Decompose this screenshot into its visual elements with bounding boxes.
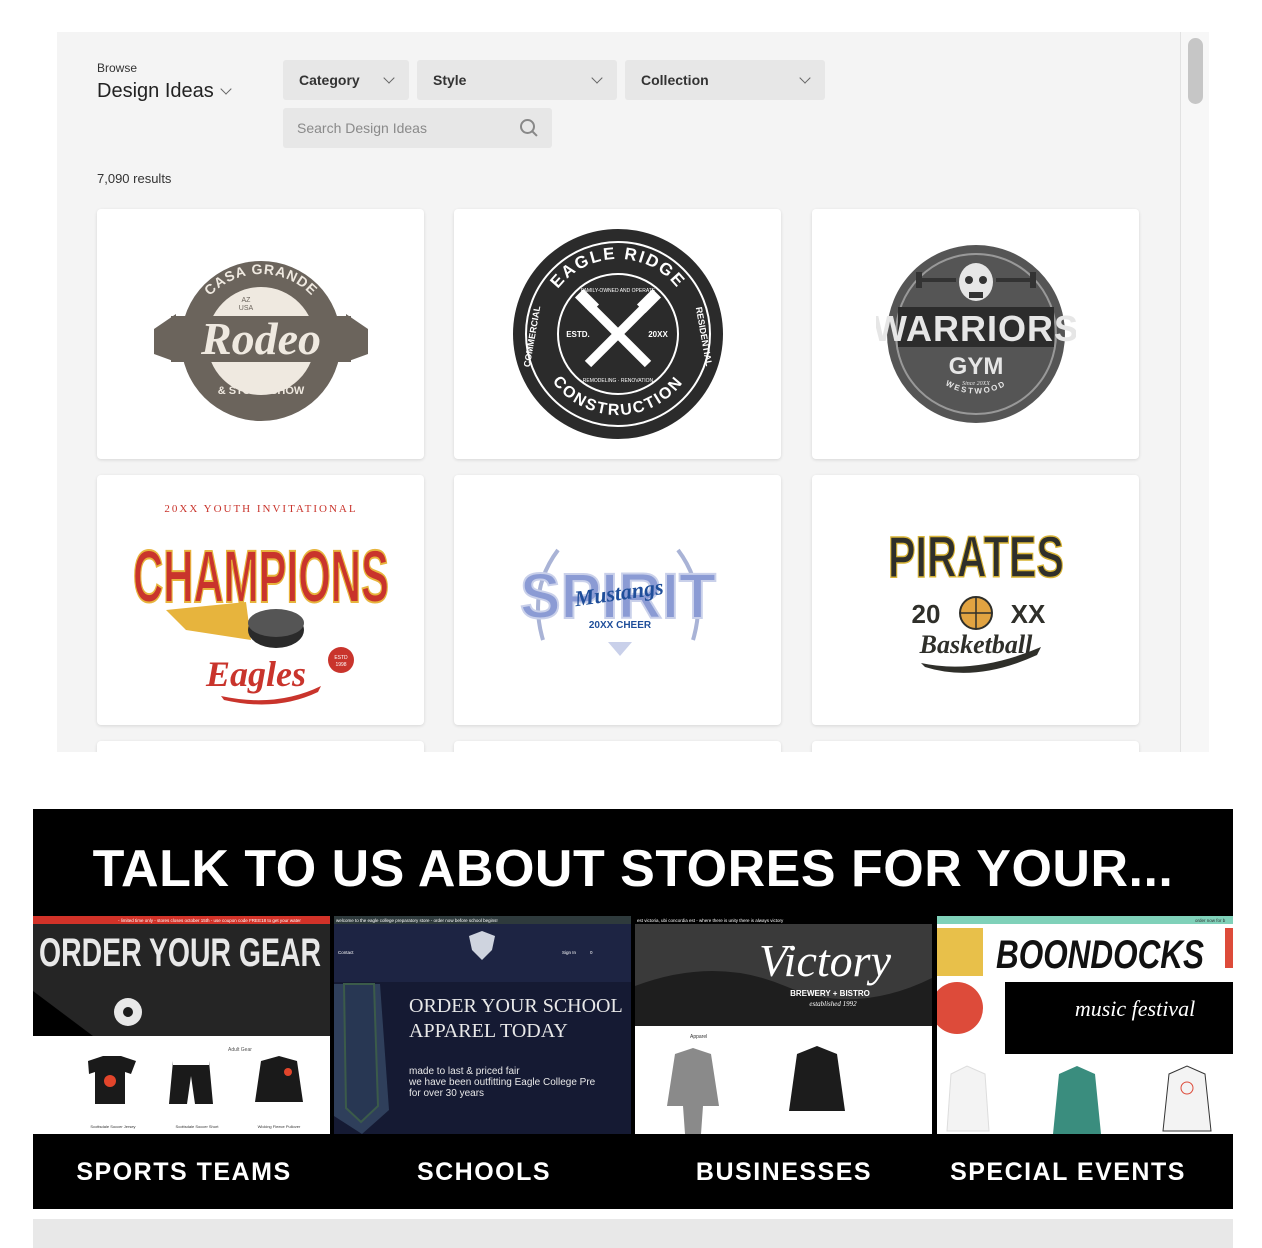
- footer-band: [33, 1219, 1233, 1248]
- svg-text:Adult Gear: Adult Gear: [228, 1047, 252, 1053]
- svg-text:est victoria, ubi concordia es: est victoria, ubi concordia est - where …: [637, 918, 784, 923]
- svg-text:WARRIORS: WARRIORS: [876, 308, 1076, 349]
- warriors-design-image: WARRIORS GYM Since 20XX WESTWOOD: [876, 245, 1076, 423]
- businesses-link[interactable]: BUSINESSES: [633, 1158, 935, 1187]
- category-filter-label: Category: [299, 72, 360, 88]
- svg-text:20XX: 20XX: [648, 330, 668, 339]
- svg-text:XX: XX: [1010, 599, 1045, 629]
- design-card-pirates[interactable]: PIRATES 20 XX Basketball: [812, 475, 1139, 725]
- svg-text:made to last & priced fair: made to last & priced fair: [409, 1066, 520, 1077]
- style-filter[interactable]: Style: [417, 60, 617, 100]
- stores-headline: TALK TO US ABOUT STORES FOR YOUR...: [92, 840, 1174, 898]
- spirit-design-image: SPIRIT Mustangs 20XX CHEER: [519, 548, 717, 656]
- style-filter-label: Style: [433, 72, 467, 88]
- design-ideas-dropdown[interactable]: Design Ideas: [97, 80, 232, 103]
- svg-text:for over 30 years: for over 30 years: [409, 1088, 484, 1099]
- results-count: 7,090 results: [97, 171, 172, 186]
- svg-text:music festival: music festival: [1075, 996, 1195, 1021]
- design-card-partial[interactable]: [454, 741, 781, 752]
- svg-text:established 1992: established 1992: [809, 1000, 857, 1008]
- svg-text:order now for b: order now for b: [1195, 918, 1226, 923]
- sports-store-preview[interactable]: - limited time only - stores closes octo…: [33, 916, 330, 1134]
- svg-text:Wicking Fleece Pullover: Wicking Fleece Pullover: [258, 1124, 301, 1129]
- chevron-down-icon: [383, 71, 395, 84]
- pirates-design-image: PIRATES 20 XX Basketball: [887, 524, 1064, 673]
- svg-text:Sign In: Sign In: [562, 950, 577, 955]
- scrollbar[interactable]: [1180, 32, 1209, 752]
- search-box: [283, 108, 552, 148]
- svg-text:BOONDOCKS: BOONDOCKS: [996, 933, 1204, 977]
- svg-text:1998: 1998: [335, 662, 346, 668]
- svg-text:Contact: Contact: [338, 950, 354, 955]
- svg-text:GYM: GYM: [948, 353, 1003, 380]
- chevron-down-icon: [799, 71, 811, 84]
- svg-text:welcome to the eagle college p: welcome to the eagle college preparatory…: [336, 918, 498, 923]
- svg-text:FAMILY-OWNED AND OPERATE: FAMILY-OWNED AND OPERATE: [580, 288, 655, 294]
- svg-text:APPAREL TODAY: APPAREL TODAY: [409, 1020, 568, 1042]
- event-store-preview[interactable]: order now for b BOONDOCKS music festival: [937, 916, 1233, 1134]
- champions-design-image: 20XX YOUTH INVITATIONAL CHAMPIONS ESTD 1…: [132, 503, 390, 705]
- design-card-champions[interactable]: 20XX YOUTH INVITATIONAL CHAMPIONS ESTD 1…: [97, 475, 424, 725]
- design-ideas-browser: Browse Design Ideas Category Style Colle…: [57, 32, 1209, 752]
- scrollbar-thumb[interactable]: [1188, 38, 1203, 104]
- search-input[interactable]: [297, 120, 507, 136]
- special-events-link[interactable]: SPECIAL EVENTS: [917, 1158, 1219, 1187]
- business-store-preview[interactable]: est victoria, ubi concordia est - where …: [635, 916, 932, 1134]
- eagle-ridge-design-image: EAGLE RIDGE FAMILY-OWNED AND OPERATE COM…: [512, 229, 723, 439]
- design-card-eagle-ridge[interactable]: EAGLE RIDGE FAMILY-OWNED AND OPERATE COM…: [454, 209, 781, 459]
- svg-text:Basketball: Basketball: [918, 630, 1032, 659]
- svg-text:ORDER YOUR SCHOOL: ORDER YOUR SCHOOL: [409, 995, 623, 1017]
- chevron-down-icon: [220, 83, 232, 95]
- category-filter[interactable]: Category: [283, 60, 409, 100]
- svg-text:REMODELING · RENOVATION: REMODELING · RENOVATION: [582, 378, 653, 384]
- design-card-partial[interactable]: [812, 741, 1139, 752]
- svg-text:Victory: Victory: [759, 935, 892, 986]
- svg-text:PIRATES: PIRATES: [888, 525, 1064, 590]
- svg-text:CHAMPIONS: CHAMPIONS: [133, 535, 389, 618]
- sports-teams-link[interactable]: SPORTS TEAMS: [33, 1158, 335, 1187]
- collection-filter-label: Collection: [641, 72, 709, 88]
- svg-text:we have been outfitting Eagle: we have been outfitting Eagle College Pr…: [408, 1077, 596, 1088]
- design-card-spirit[interactable]: SPIRIT Mustangs 20XX CHEER: [454, 475, 781, 725]
- design-card-rodeo[interactable]: CASA GRANDE AZ USA Rodeo & STOCK SHOW: [97, 209, 424, 459]
- schools-link[interactable]: SCHOOLS: [333, 1158, 635, 1187]
- svg-text:BREWERY + BISTRO: BREWERY + BISTRO: [790, 989, 870, 998]
- svg-text:ESTD.: ESTD.: [566, 330, 590, 339]
- svg-text:ESTD: ESTD: [334, 655, 348, 661]
- svg-text:Scottsdale Soccer Jersey: Scottsdale Soccer Jersey: [90, 1124, 135, 1129]
- school-store-preview[interactable]: welcome to the eagle college preparatory…: [334, 916, 631, 1134]
- svg-text:Rodeo: Rodeo: [199, 313, 320, 364]
- stores-promo-banner: TALK TO US ABOUT STORES FOR YOUR... - li…: [33, 809, 1233, 1209]
- design-ideas-label: Design Ideas: [97, 80, 214, 102]
- svg-text:Scottsdale Soccer Short: Scottsdale Soccer Short: [176, 1124, 220, 1129]
- svg-text:- limited time only - stores c: - limited time only - stores closes octo…: [118, 918, 301, 923]
- svg-text:Apparel: Apparel: [690, 1034, 707, 1040]
- svg-text:USA: USA: [238, 305, 253, 312]
- svg-text:ORDER YOUR GEAR: ORDER YOUR GEAR: [39, 931, 321, 975]
- svg-text:& STOCK SHOW: & STOCK SHOW: [217, 385, 304, 397]
- search-icon[interactable]: [520, 119, 538, 137]
- svg-text:20: 20: [911, 599, 940, 629]
- svg-text:20XX YOUTH INVITATIONAL: 20XX YOUTH INVITATIONAL: [164, 503, 357, 515]
- design-card-warriors[interactable]: WARRIORS GYM Since 20XX WESTWOOD: [812, 209, 1139, 459]
- svg-text:20XX CHEER: 20XX CHEER: [588, 620, 651, 631]
- svg-text:Eagles: Eagles: [204, 654, 305, 694]
- rodeo-design-image: CASA GRANDE AZ USA Rodeo & STOCK SHOW: [153, 261, 368, 421]
- design-card-partial[interactable]: [97, 741, 424, 752]
- collection-filter[interactable]: Collection: [625, 60, 825, 100]
- svg-text:AZ: AZ: [241, 297, 251, 304]
- chevron-down-icon: [591, 71, 603, 84]
- browse-label: Browse: [97, 61, 138, 75]
